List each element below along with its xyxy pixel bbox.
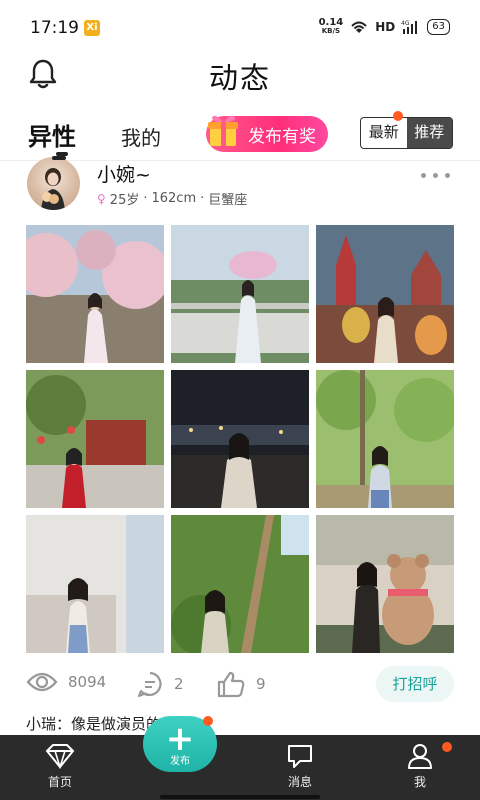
- user-icon: [408, 744, 432, 769]
- username[interactable]: 小婉~: [97, 160, 151, 187]
- battery-indicator: 63: [427, 19, 450, 35]
- comment-count[interactable]: 2: [136, 670, 184, 698]
- post-photo[interactable]: [26, 515, 164, 653]
- sort-recommend-button[interactable]: 推荐: [406, 118, 452, 148]
- post-photo[interactable]: [171, 515, 309, 653]
- like-count[interactable]: 9: [216, 670, 266, 698]
- publish-notification-dot: [203, 716, 213, 726]
- sort-toggle: 最新 推荐: [360, 111, 453, 149]
- svg-text:4G: 4G: [401, 20, 410, 27]
- message-icon: [288, 745, 312, 768]
- thumbs-up-icon: [217, 671, 245, 698]
- status-bar: 17:19 Xi 0.14 KB/S HD 4G 63: [0, 0, 480, 56]
- feed-divider: [0, 160, 480, 161]
- post-stats: 8094 2 9 打招呼: [26, 664, 456, 708]
- diamond-icon: [45, 744, 75, 769]
- post-photo[interactable]: [171, 370, 309, 508]
- me-notification-dot: [442, 742, 452, 752]
- post-photo[interactable]: [171, 225, 309, 363]
- user-age: 25岁: [109, 193, 140, 208]
- sort-latest-button[interactable]: 最新: [361, 118, 407, 148]
- tab-mine[interactable]: 我的: [121, 122, 161, 151]
- plus-icon: +: [165, 719, 195, 759]
- feed-tabs: 异性 我的 发布有奖 最新 推荐: [0, 110, 480, 160]
- more-options-icon[interactable]: [421, 173, 450, 178]
- status-indicators: 0.14 KB/S HD 4G 63: [319, 18, 450, 36]
- post-photo[interactable]: [26, 370, 164, 508]
- view-count-value: 8094: [68, 673, 107, 691]
- meta-separator: ·: [200, 191, 205, 206]
- nav-home-label: 首页: [47, 775, 72, 789]
- page-title: 动态: [208, 61, 271, 95]
- female-icon: ♀: [97, 191, 106, 206]
- app-notification-icon: Xi: [84, 20, 100, 36]
- nav-messages-label: 消息: [287, 775, 312, 789]
- publish-label: 发布: [170, 756, 190, 767]
- like-count-value: 9: [256, 675, 266, 693]
- nav-me[interactable]: 我: [385, 742, 455, 790]
- network-speed: 0.14 KB/S: [319, 18, 344, 36]
- user-zodiac: 巨蟹座: [208, 193, 248, 208]
- avatar[interactable]: [27, 157, 80, 210]
- nav-home[interactable]: 首页: [25, 743, 95, 790]
- greet-button[interactable]: 打招呼: [376, 666, 454, 702]
- wifi-icon: [351, 21, 367, 33]
- nav-messages[interactable]: 消息: [265, 743, 335, 790]
- post-photo[interactable]: [316, 515, 454, 653]
- net-speed-unit: KB/S: [321, 27, 341, 35]
- status-time: 17:19: [30, 18, 79, 38]
- net-speed-value: 0.14: [318, 17, 344, 28]
- comment-count-value: 2: [174, 675, 184, 693]
- sort-notification-dot: [393, 111, 403, 121]
- home-indicator: [160, 795, 320, 799]
- post-photo[interactable]: [316, 225, 454, 363]
- promo-label: 发布有奖: [248, 126, 316, 147]
- signal-icon: 4G: [401, 20, 418, 34]
- comment-icon: [137, 671, 162, 698]
- photo-grid: [26, 225, 454, 653]
- user-height: 162cm: [151, 191, 197, 206]
- post-photo[interactable]: [316, 370, 454, 508]
- user-meta: ♀ 25岁 · 162cm · 巨蟹座: [97, 189, 247, 208]
- view-count: 8094: [26, 670, 106, 694]
- comment-preview[interactable]: 小瑞：像是做演员的: [26, 713, 161, 734]
- gift-icon: [208, 115, 238, 146]
- eye-icon: [26, 672, 58, 692]
- meta-separator: ·: [143, 191, 148, 206]
- tab-opposite-sex[interactable]: 异性: [28, 117, 76, 152]
- avatar-status-bar: [52, 156, 66, 160]
- publish-reward-banner[interactable]: 发布有奖: [206, 115, 328, 152]
- post-photo[interactable]: [26, 225, 164, 363]
- nav-me-label: 我: [413, 775, 426, 789]
- hd-label: HD: [375, 20, 396, 34]
- publish-button[interactable]: + 发布: [143, 716, 217, 772]
- bottom-nav: 首页 + 发布 消息 我: [0, 716, 480, 800]
